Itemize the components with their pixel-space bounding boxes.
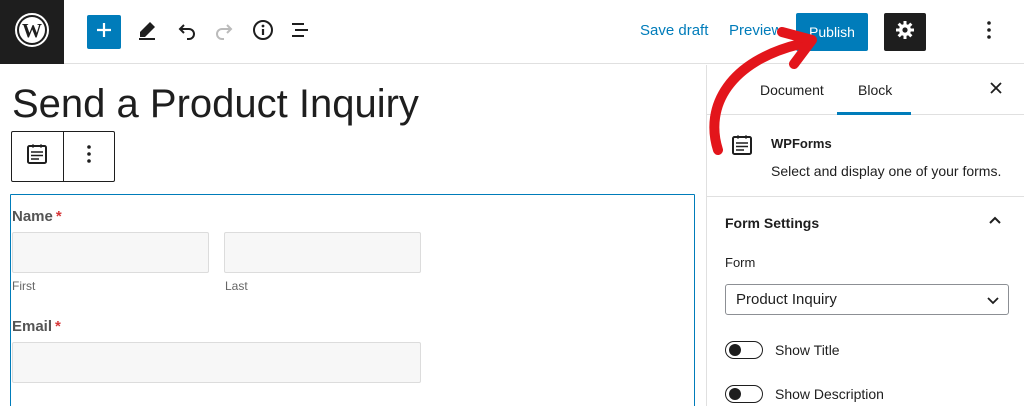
first-name-input[interactable] — [12, 232, 209, 273]
block-options-button[interactable] — [62, 132, 114, 181]
last-name-input[interactable] — [224, 232, 421, 273]
block-type-button[interactable] — [12, 132, 63, 181]
show-title-label: Show Title — [775, 342, 840, 358]
block-name: WPForms — [771, 136, 832, 151]
info-icon — [252, 19, 274, 46]
form-select-value: Product Inquiry — [736, 291, 837, 308]
wpforms-icon — [731, 134, 753, 161]
details-button[interactable] — [246, 15, 280, 49]
editor-canvas: Send a Product Inquiry Name* First Last — [0, 65, 706, 406]
tab-block[interactable]: Block — [858, 82, 892, 98]
last-sublabel: Last — [225, 279, 248, 293]
editor-header: W Save draft Preview Publish — [0, 0, 1024, 64]
close-icon — [990, 81, 1002, 99]
list-view-icon — [289, 19, 311, 46]
close-sidebar-button[interactable] — [985, 79, 1007, 101]
post-title[interactable]: Send a Product Inquiry — [12, 82, 419, 127]
form-select-label: Form — [725, 255, 756, 270]
sidebar-tabs: Document Block — [707, 65, 1024, 115]
toggle-knob — [729, 344, 741, 356]
redo-button[interactable] — [207, 15, 241, 49]
required-marker: * — [55, 208, 62, 225]
wordpress-logo-button[interactable]: W — [0, 0, 64, 64]
undo-button[interactable] — [170, 15, 204, 49]
email-input[interactable] — [12, 342, 421, 383]
save-draft-button[interactable]: Save draft — [640, 22, 708, 39]
chevron-up-icon[interactable] — [987, 213, 1003, 234]
form-settings-panel-title[interactable]: Form Settings — [725, 215, 819, 231]
chevron-down-icon — [986, 293, 1000, 311]
plus-icon — [96, 22, 112, 43]
block-description: Select and display one of your forms. — [771, 163, 1002, 179]
show-description-toggle[interactable] — [725, 385, 763, 403]
block-toolbar — [11, 131, 115, 182]
more-vertical-icon — [986, 20, 992, 45]
more-vertical-icon — [86, 144, 92, 169]
undo-icon — [176, 19, 198, 46]
gear-icon — [895, 20, 915, 45]
required-marker: * — [55, 318, 61, 335]
email-field-label: Email * — [12, 318, 61, 335]
list-view-button[interactable] — [283, 15, 317, 49]
wpforms-block[interactable]: Name * First Last Email * — [10, 194, 695, 406]
pencil-icon — [136, 19, 158, 46]
show-title-toggle[interactable] — [725, 341, 763, 359]
publish-button[interactable]: Publish — [796, 13, 868, 51]
active-tab-indicator — [837, 112, 911, 115]
wordpress-icon: W — [14, 12, 50, 53]
add-block-button[interactable] — [87, 15, 121, 49]
toggle-knob — [729, 388, 741, 400]
show-description-label: Show Description — [775, 386, 884, 402]
first-sublabel: First — [12, 279, 36, 293]
settings-sidebar: Document Block WPForms Select and displa… — [706, 65, 1024, 406]
name-field-label: Name * — [12, 208, 62, 225]
block-card: WPForms Select and display one of your f… — [707, 116, 1024, 197]
tools-button[interactable] — [130, 15, 164, 49]
options-button[interactable] — [972, 15, 1006, 49]
form-select[interactable]: Product Inquiry — [725, 284, 1009, 315]
settings-button[interactable] — [884, 13, 926, 51]
preview-button[interactable]: Preview — [729, 22, 782, 39]
tab-document[interactable]: Document — [760, 82, 824, 98]
redo-icon — [213, 19, 235, 46]
wpforms-icon — [26, 143, 48, 170]
svg-text:W: W — [22, 20, 42, 42]
